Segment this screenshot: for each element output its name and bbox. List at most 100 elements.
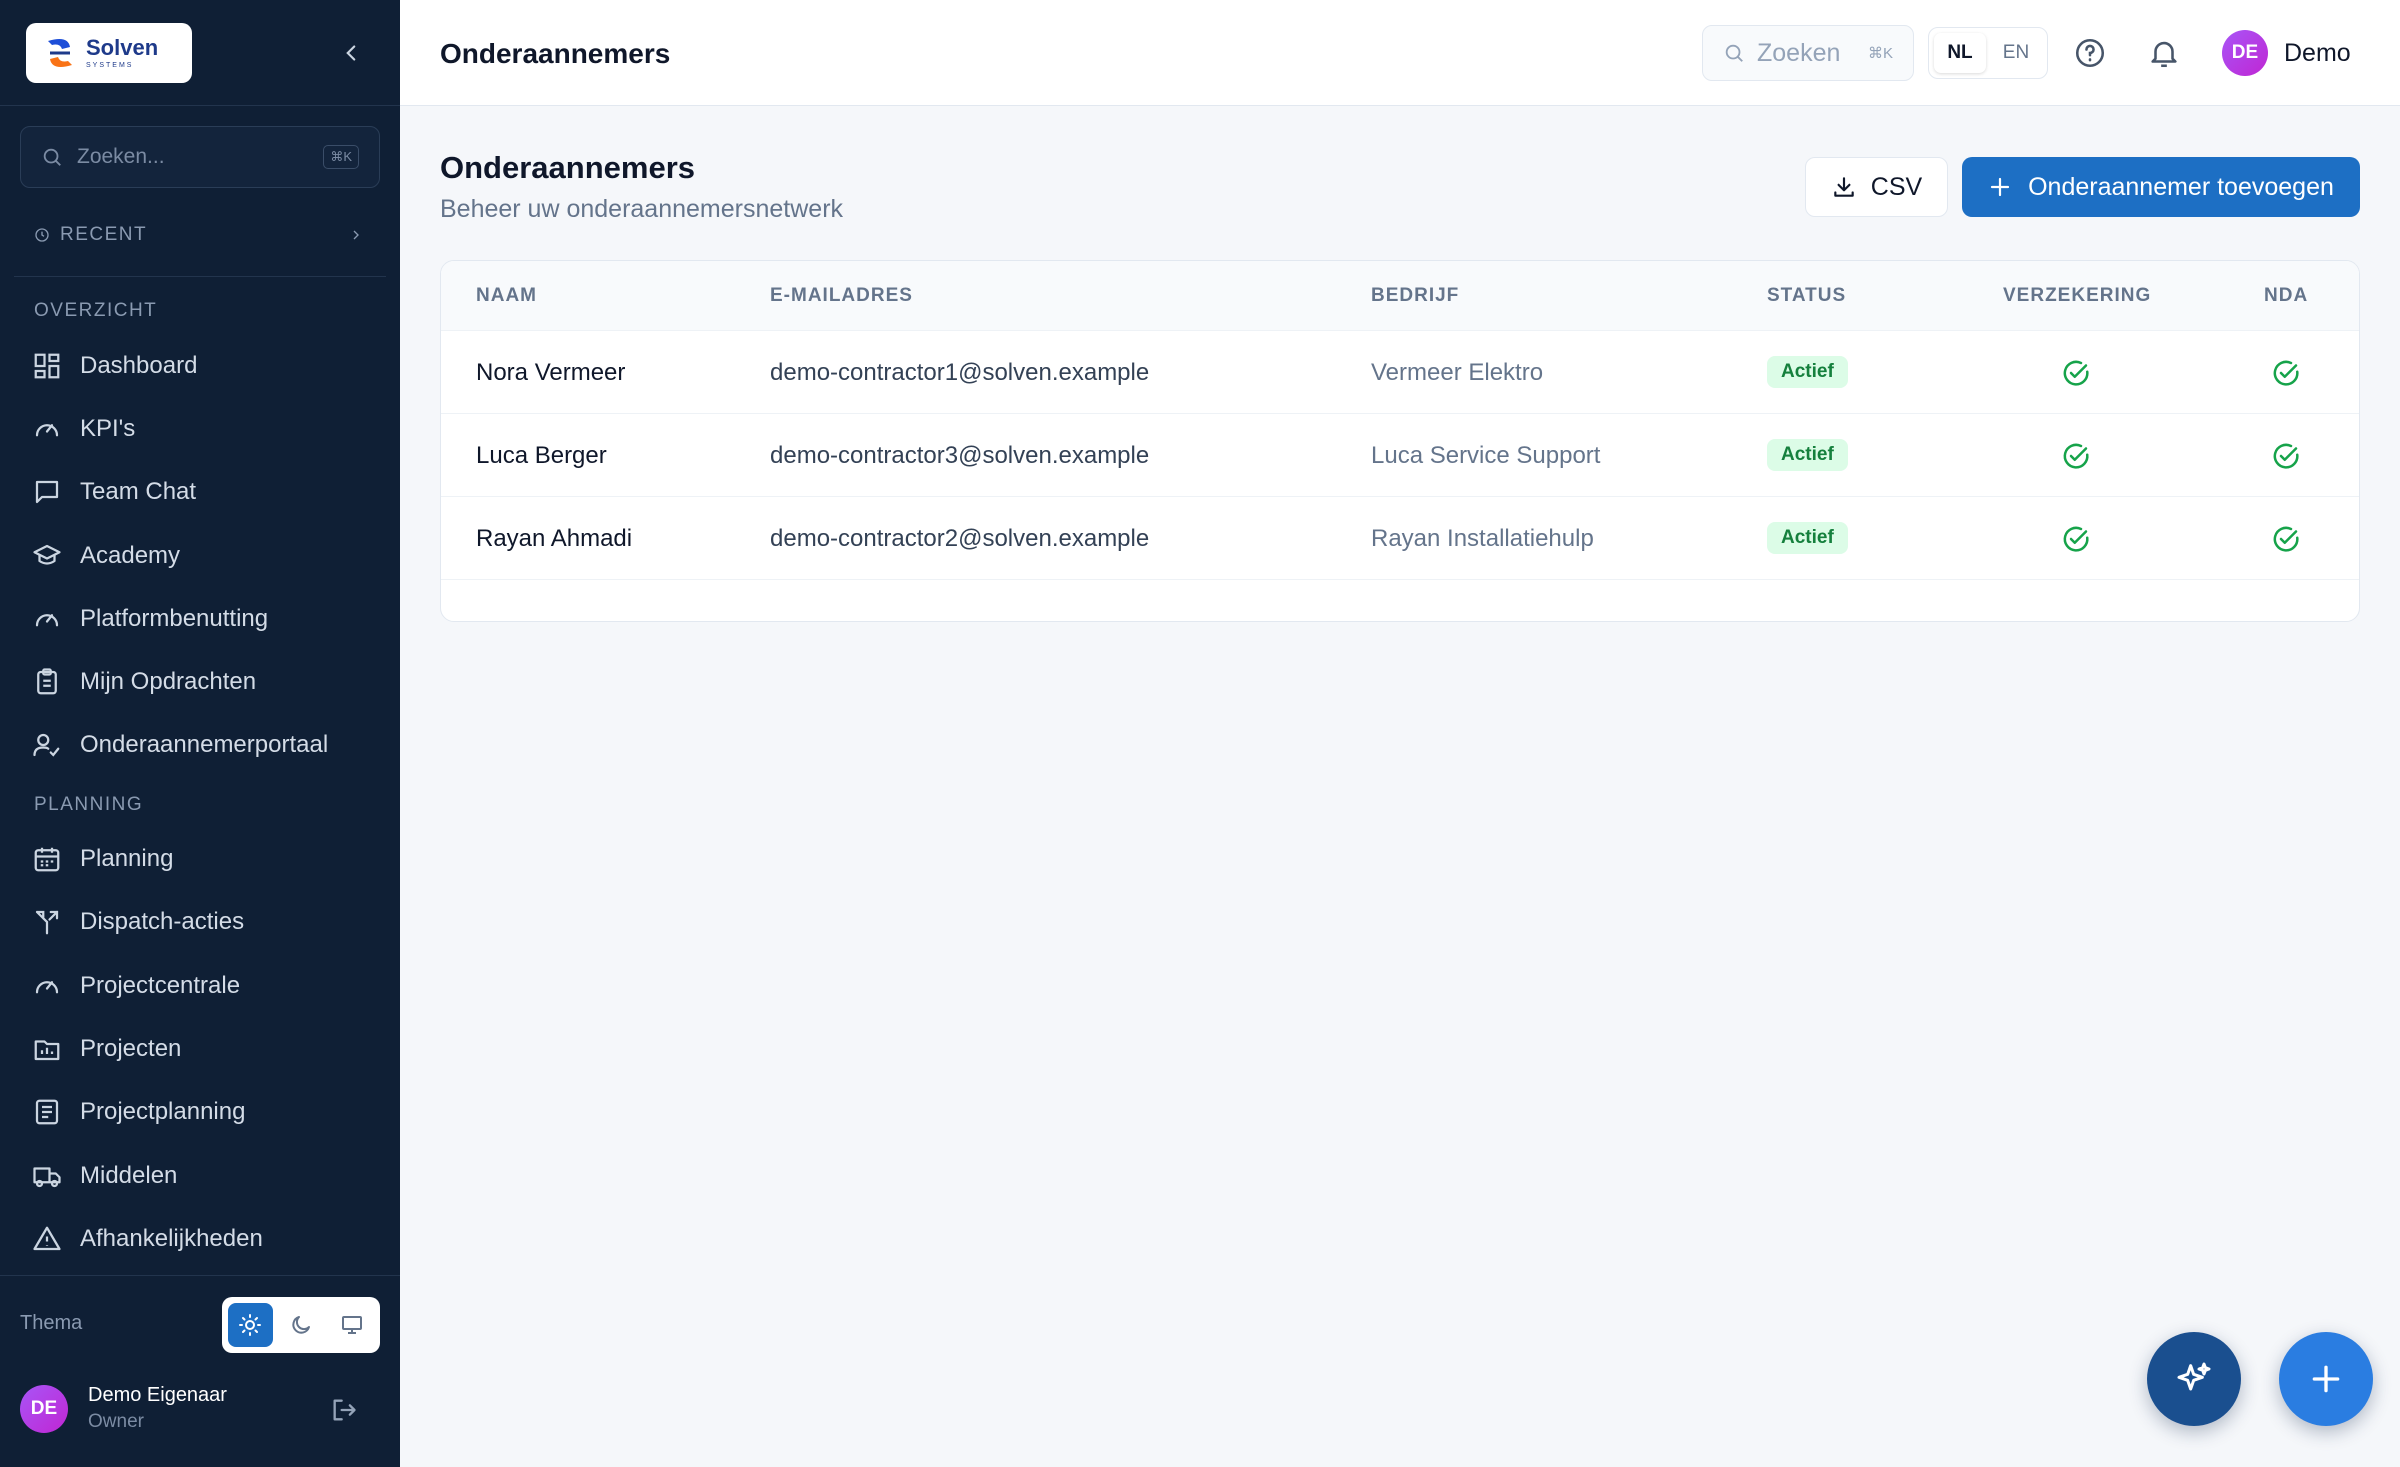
theme-switcher [222,1297,380,1353]
theme-system-button[interactable] [329,1303,374,1347]
clock-icon [35,228,49,242]
cell-name: Rayan Ahmadi [476,525,633,552]
logo-mark-icon [48,38,72,67]
sidebar-item-academy[interactable]: Academy [32,531,372,581]
sidebar-item-dashboard[interactable]: Dashboard [32,341,372,391]
sidebar-item-label: Dispatch-acties [80,908,245,935]
language-en-button[interactable]: EN [1990,33,2042,73]
sidebar-item-label: Projectplanning [80,1098,246,1125]
brand-tagline: SYSTEMS [86,61,134,69]
download-icon [1834,177,1854,197]
gauge-icon [35,981,59,994]
sparkles-icon [2177,1362,2211,1391]
csv-label: CSV [1870,172,1923,201]
dashboard-icon [34,353,60,379]
add-subcontractor-button[interactable]: Onderaannemer toevoegen [1962,157,2360,217]
sidebar-item-kpis[interactable]: KPI's [32,404,372,454]
column-header-verzekering[interactable]: VERZEKERING [2003,285,2151,307]
table-row[interactable]: Nora Vermeer demo-contractor1@solven.exa… [441,331,2359,414]
add-label: Onderaannemer toevoegen [2028,172,2334,201]
column-header-email[interactable]: E-MAILADRES [770,285,913,307]
sidebar: Solven SYSTEMS Zoeken... ⌘K RECENT OVERZ… [0,0,400,1467]
check-circle-icon [2273,443,2299,469]
top-header: Onderaannemers Zoeken ⌘K NL EN DE Demo [400,0,2400,106]
sidebar-item-team-chat[interactable]: Team Chat [32,467,372,517]
export-csv-button[interactable]: CSV [1805,157,1948,217]
column-header-bedrijf[interactable]: BEDRIJF [1371,285,1459,307]
search-shortcut: ⌘K [323,145,359,169]
sidebar-item-planning[interactable]: Planning [32,834,372,884]
table-row[interactable]: Rayan Ahmadi demo-contractor2@solven.exa… [441,497,2359,580]
moon-icon [292,1316,310,1334]
monitor-icon [341,1316,362,1334]
sidebar-item-afhankelijkheden[interactable]: Afhankelijkheden [32,1214,372,1264]
cell-name: Nora Vermeer [476,359,626,386]
check-circle-icon [2063,360,2089,386]
cell-email: demo-contractor1@solven.example [770,359,1150,386]
logout-icon[interactable] [330,1396,358,1424]
quick-add-button[interactable] [2279,1332,2373,1426]
column-header-status[interactable]: STATUS [1767,285,1846,307]
chevron-right-icon [353,230,359,240]
theme-dark-button[interactable] [279,1303,324,1347]
header-title: Onderaannemers [440,38,671,69]
split-arrow-icon [35,910,59,935]
page-subtitle: Beheer uw onderaannemersnetwerk [440,195,844,223]
header-search-placeholder: Zoeken [1757,38,1841,67]
user-role: Owner [88,1411,144,1432]
sidebar-item-label: Projectcentrale [80,972,241,999]
header-search-input[interactable]: Zoeken ⌘K [1702,25,1914,81]
search-icon [43,148,61,166]
cell-name: Luca Berger [476,442,607,469]
sidebar-item-label: Projecten [80,1035,182,1062]
sidebar-item-label: Middelen [80,1162,178,1189]
sidebar-item-label: Team Chat [80,478,197,505]
document-list-icon [35,1099,59,1125]
recent-label: RECENT [60,224,148,245]
sidebar-item-dispatch-acties[interactable]: Dispatch-acties [32,897,372,947]
help-icon[interactable] [2073,36,2107,70]
sidebar-search-placeholder: Zoeken... [77,145,165,168]
truck-icon [33,1167,61,1188]
sidebar-item-mijn-opdrachten[interactable]: Mijn Opdrachten [32,657,372,707]
recent-toggle[interactable]: RECENT [34,224,364,246]
theme-light-button[interactable] [228,1303,273,1347]
page-title: Onderaannemers [440,150,695,185]
column-header-nda[interactable]: NDA [2264,285,2308,307]
ai-assistant-button[interactable] [2147,1332,2241,1426]
sidebar-item-label: Onderaannemerportaal [80,731,329,758]
sidebar-item-label: Planning [80,845,174,872]
brand-logo[interactable]: Solven SYSTEMS [26,22,192,83]
sidebar-item-platformbenutting[interactable]: Platformbenutting [32,594,372,644]
sidebar-item-projectcentrale[interactable]: Projectcentrale [32,961,372,1011]
cell-company: Rayan Installatiehulp [1371,525,1594,552]
sidebar-user[interactable]: DE Demo Eigenaar Owner [20,1384,227,1433]
chevron-left-icon[interactable] [338,40,364,66]
sidebar-item-label: Platformbenutting [80,605,269,632]
check-circle-icon [2273,360,2299,386]
table-header: NAAM E-MAILADRES BEDRIJF STATUS VERZEKER… [441,261,2359,331]
sidebar-item-onderaannemerportaal[interactable]: Onderaannemerportaal [32,720,372,770]
search-shortcut: ⌘K [1867,45,1893,62]
header-user-menu[interactable]: DE Demo [2222,30,2351,76]
check-circle-icon [2063,443,2089,469]
sidebar-item-label: KPI's [80,415,136,442]
language-switcher: NL EN [1928,27,2048,79]
sidebar-item-projectplanning[interactable]: Projectplanning [32,1087,372,1137]
sidebar-item-middelen[interactable]: Middelen [32,1151,372,1201]
check-circle-icon [2273,526,2299,552]
table-row[interactable]: Luca Berger demo-contractor3@solven.exam… [441,414,2359,497]
language-nl-button[interactable]: NL [1934,33,1986,73]
bell-icon[interactable] [2147,36,2181,70]
section-label-planning: PLANNING [34,794,144,815]
sun-icon [239,1314,262,1336]
cell-company: Luca Service Support [1371,442,1601,469]
sidebar-search-input[interactable]: Zoeken... ⌘K [20,126,380,188]
status-badge: Actief [1767,439,1848,471]
column-header-naam[interactable]: NAAM [476,285,537,307]
warning-triangle-icon [33,1226,61,1251]
section-label-overzicht: OVERZICHT [34,300,158,321]
sidebar-item-projecten[interactable]: Projecten [32,1024,372,1074]
clipboard-icon [37,668,57,695]
brand-name: Solven [86,34,159,60]
